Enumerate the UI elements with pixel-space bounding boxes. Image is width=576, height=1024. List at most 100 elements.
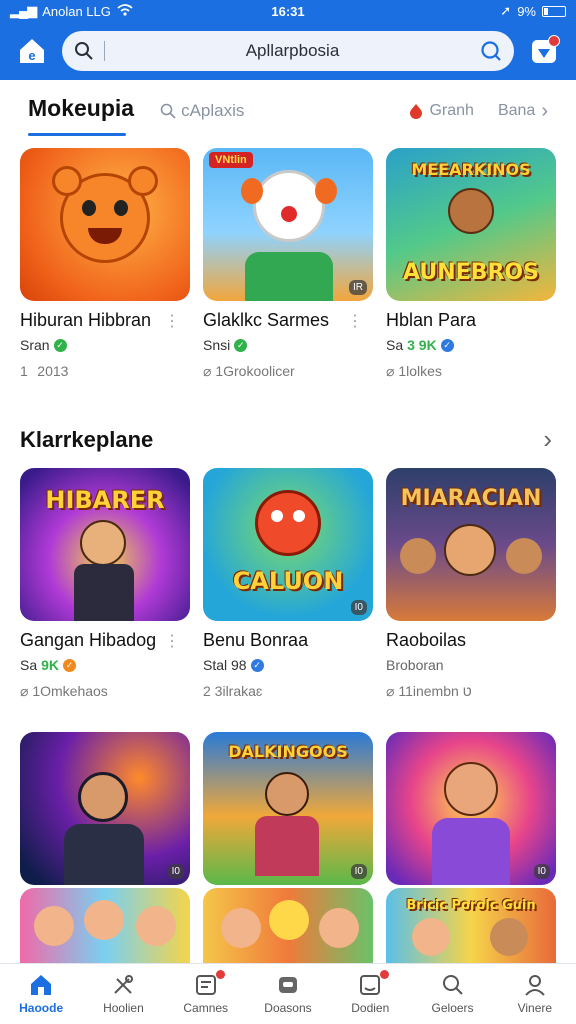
section-header[interactable]: Klarrkeplane ›: [20, 424, 556, 455]
app-thumbnail[interactable]: DALKINGOOS I0: [203, 732, 373, 885]
app-card[interactable]: HIBARER Gangan Hibadog ⋮ Sa 9K ✓ ⌀ 1Omkehao…: [20, 468, 190, 700]
app-card[interactable]: Hiburan Hibbran ⋮ Sran ✓ 1 2013: [20, 148, 190, 380]
tab-search-label: cAplaxis: [181, 101, 245, 120]
app-meta: ⌀ 1Grokoolicer: [203, 363, 295, 379]
tab-more-label: Bana: [497, 102, 536, 119]
app-thumbnail[interactable]: MEEARKINOS AUNEBROS: [386, 148, 556, 301]
nav-dodien[interactable]: Dodien: [329, 964, 411, 1024]
more-options-icon[interactable]: ⋮: [164, 631, 190, 651]
wifi-icon: [117, 3, 133, 19]
home-logo-button[interactable]: e: [14, 33, 50, 69]
app-name: Gangan Hibadog: [20, 630, 157, 650]
search-bar[interactable]: Apllarpbosia: [62, 31, 514, 71]
app-card[interactable]: VNtlin IR Glaklkc Sarmes ⋮ Snsi ✓ ⌀ 1Groko…: [203, 148, 373, 380]
app-thumbnail[interactable]: HIBARER: [20, 468, 190, 621]
rating-badge: 3 9K: [407, 337, 437, 353]
thumb-title: AUNEBROS: [403, 260, 539, 285]
tools-icon: [114, 975, 134, 994]
thumb-title: DALKINGOOS: [228, 742, 348, 761]
thumb-badge: I0: [167, 864, 184, 879]
app-thumbnail[interactable]: [203, 888, 373, 964]
app-card[interactable]: CALUON I0 Benu Bonraa Stal 98 ✓ 2 3ilraka…: [203, 468, 373, 700]
verified-icon: ✓: [63, 658, 77, 672]
thumb-title: Bricic Porolc Guin: [406, 898, 536, 913]
app-meta: ⌀ 1lolkes: [386, 363, 442, 379]
tab-search[interactable]: cAplaxis: [160, 101, 244, 121]
verified-icon: ✓: [234, 338, 248, 352]
nav-label: Camnes: [183, 1001, 229, 1015]
nav-label: Doasons: [264, 1001, 312, 1015]
app-developer: Sa: [386, 337, 404, 353]
thumb-badge: I0: [350, 864, 367, 879]
svg-text:e: e: [28, 48, 35, 63]
app-card[interactable]: MIARACIAN Raoboilas Broboran ⌀ 11inembn …: [386, 468, 556, 700]
app-thumbnail[interactable]: MIARACIAN: [386, 468, 556, 621]
flame-icon: [410, 104, 423, 119]
location-icon: ➚: [500, 3, 512, 18]
app-developer: Sa: [20, 657, 38, 673]
notifications-button[interactable]: [526, 33, 562, 69]
nav-label: Haoode: [19, 1001, 64, 1015]
app-card[interactable]: Bricic Porolc Guin: [386, 888, 556, 964]
nav-camnes[interactable]: Camnes: [165, 964, 247, 1024]
chevron-right-icon[interactable]: ›: [543, 424, 552, 455]
thumb-title: MEEARKINOS: [411, 160, 531, 179]
app-meta: 1 2013: [20, 363, 69, 379]
app-row-1: Hiburan Hibbran ⋮ Sran ✓ 1 2013 VNtlin IR …: [20, 148, 556, 380]
app-developer: Sran: [20, 337, 50, 353]
app-thumbnail[interactable]: Bricic Porolc Guin: [386, 888, 556, 964]
thumb-title: MIARACIAN: [400, 486, 542, 511]
app-thumbnail[interactable]: I0: [386, 732, 556, 885]
app-bar: e Apllarpbosia: [0, 22, 576, 80]
tab-more[interactable]: Bana ›: [498, 100, 548, 123]
verified-icon: ✓: [53, 338, 67, 352]
search-icon: [75, 42, 93, 60]
nav-tools[interactable]: Hoolien: [82, 964, 164, 1024]
tab-grand-label: Granh: [429, 102, 474, 119]
app-card[interactable]: I0: [20, 732, 190, 885]
gamepad-icon: [278, 977, 297, 993]
home-icon: [31, 975, 52, 995]
app-thumbnail[interactable]: [20, 148, 190, 301]
tab-mokeupia[interactable]: Mokeupia: [28, 95, 134, 136]
battery-label: 9%: [517, 3, 536, 19]
nav-profile[interactable]: Vinere: [494, 964, 576, 1024]
tab-grand[interactable]: Granh: [409, 102, 474, 120]
more-options-icon[interactable]: ⋮: [164, 311, 190, 331]
battery-icon: [541, 5, 566, 17]
nav-games[interactable]: Doasons: [247, 964, 329, 1024]
app-name: Glaklkc Sarmes: [203, 310, 330, 330]
thumb-title: CALUON: [232, 567, 344, 595]
app-card[interactable]: DALKINGOOS I0: [203, 732, 373, 885]
nav-badge: [215, 970, 225, 979]
app-card[interactable]: [20, 888, 190, 964]
search-icon: [442, 975, 463, 995]
nav-search[interactable]: Geloers: [411, 964, 493, 1024]
apps-icon: [360, 975, 381, 995]
thumb-title: HIBARER: [45, 486, 165, 514]
nav-home[interactable]: Haoode: [0, 964, 82, 1024]
thumb-badge: I0: [350, 600, 367, 615]
more-options-icon[interactable]: ⋮: [347, 311, 373, 331]
status-bar: ▂▄▆ Anolan LLG 16:31 ➚ 9%: [0, 0, 576, 22]
app-card[interactable]: [203, 888, 373, 964]
app-thumbnail[interactable]: [20, 888, 190, 964]
app-thumbnail[interactable]: CALUON I0: [203, 468, 373, 621]
voice-search-icon[interactable]: [480, 40, 502, 62]
notification-badge: [548, 35, 560, 47]
bottom-navigation: Haoode Hoolien Camnes Doasons Dodien Gel…: [0, 963, 576, 1024]
list-icon: [195, 975, 216, 995]
nav-badge: [380, 970, 390, 979]
app-meta: 2 3ilrakaɛ: [203, 683, 263, 699]
search-input[interactable]: Apllarpbosia: [115, 41, 470, 61]
app-thumbnail[interactable]: VNtlin IR: [203, 148, 373, 301]
nav-label: Geloers: [431, 1001, 474, 1015]
app-row-4: Bricic Porolc Guin: [20, 888, 556, 964]
search-divider: [104, 41, 105, 61]
verified-icon: ✓: [440, 338, 454, 352]
app-card[interactable]: I0: [386, 732, 556, 885]
app-card[interactable]: MEEARKINOS AUNEBROS Hblan Para Sa 3 9K ✓ ⌀…: [386, 148, 556, 380]
app-name: Raoboilas: [386, 630, 467, 650]
app-meta: ⌀ 1Omkehaos: [20, 683, 108, 699]
app-thumbnail[interactable]: I0: [20, 732, 190, 885]
